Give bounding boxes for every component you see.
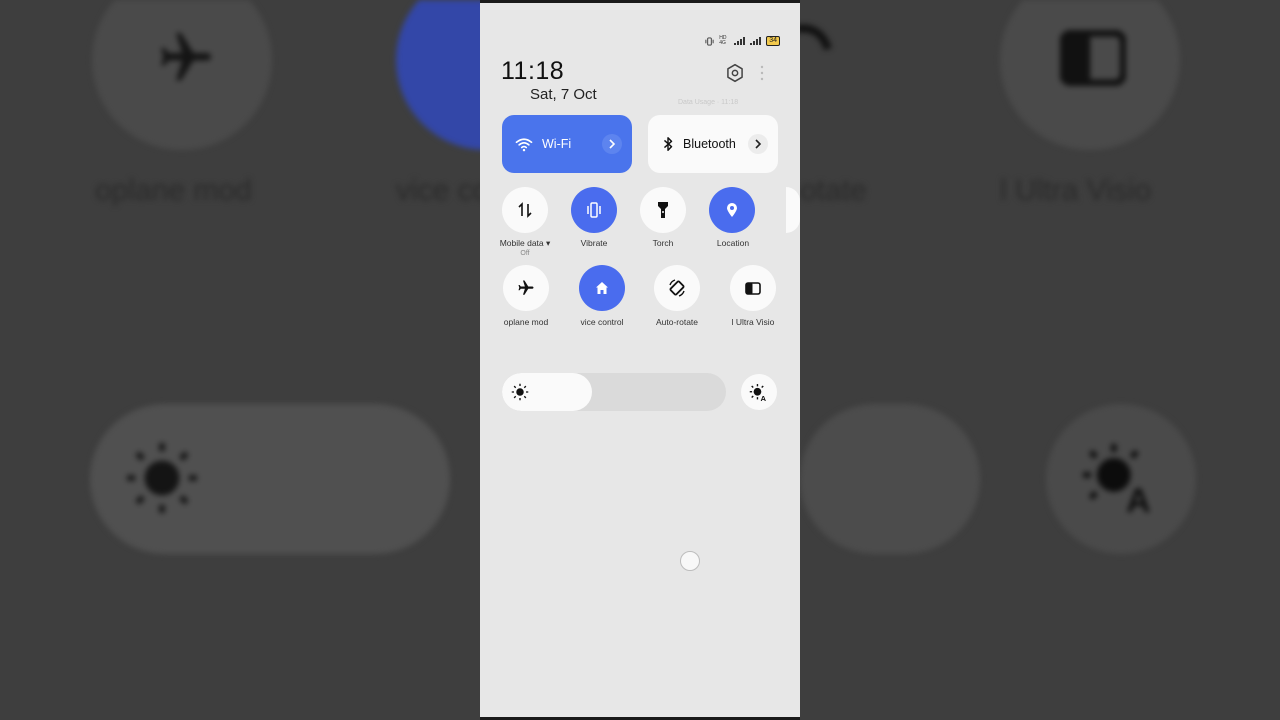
chevron-right-icon [609,139,616,149]
location-label: Location [716,238,750,248]
auto-rotate-icon [669,279,685,297]
settings-gear-icon[interactable] [725,63,745,83]
vibrate-label: Vibrate [580,238,608,248]
auto-brightness-button[interactable]: A [741,374,777,410]
mobile-data-sublabel: Off [520,250,530,257]
mobile-data-icon [518,202,532,218]
bg-label-rotate: otate [800,174,867,207]
chevron-right-icon [755,139,762,149]
wifi-expand-button[interactable] [602,134,622,154]
network-type: HD 4G [719,35,727,46]
home-icon [596,282,608,294]
quick-settings-panel: HD 4G 34 11:18 Sat, 7 Oct Data Usage · 1… [480,0,800,720]
mobile-data-label: Mobile data ▾ [499,238,551,248]
next-page-tile-peek [786,187,800,233]
svg-text:A: A [761,393,767,401]
bg-label-ultra: l Ultra Visio [1000,174,1152,207]
device-controls-label: vice control [580,317,624,327]
airplane-mode-toggle[interactable] [503,265,549,311]
bluetooth-label: Bluetooth [683,137,736,151]
brightness-sun-icon [511,383,529,401]
vibrate-toggle[interactable] [571,187,617,233]
clock: 11:18 [501,57,565,85]
mobile-data-toggle[interactable] [502,187,548,233]
airplane-icon [161,33,211,81]
sun-icon [127,443,197,513]
ultra-vision-label: l Ultra Visio [731,317,775,327]
vibrate-icon [587,202,601,218]
ultra-vision-toggle[interactable] [730,265,776,311]
location-toggle[interactable] [709,187,755,233]
bluetooth-icon [663,137,673,151]
touch-indicator [680,551,700,571]
location-icon [727,203,737,217]
wifi-label: Wi-Fi [542,137,572,151]
device-controls-toggle[interactable] [579,265,625,311]
airplane-icon [518,280,534,295]
vibrate-status-icon [705,36,714,46]
torch-icon [658,202,668,218]
auto-rotate-toggle[interactable] [654,265,700,311]
signal-icon-2 [750,37,762,45]
status-bar: HD 4G 34 [705,36,780,46]
bluetooth-expand-button[interactable] [748,134,768,154]
wifi-icon [515,137,533,151]
bluetooth-tile[interactable]: Bluetooth [648,115,778,173]
bg-label-device: vice co [396,174,490,207]
date: Sat, 7 Oct [530,86,597,103]
auto-brightness-icon: A [749,383,767,402]
wifi-tile[interactable]: Wi-Fi [502,115,632,173]
bg-label-airplane: oplane mod [95,174,252,207]
faint-data-usage-text: Data Usage · 11:18 [678,99,739,106]
auto-rotate-label: Auto-rotate [655,317,699,327]
more-options-icon[interactable] [759,65,765,81]
ultra-vision-icon [745,281,761,295]
auto-brightness-icon: A [1083,444,1151,516]
torch-toggle[interactable] [640,187,686,233]
ultra-vision-icon [1060,30,1126,86]
torch-label: Torch [652,238,674,248]
signal-icon [734,37,746,45]
battery-indicator: 34 [766,36,780,46]
airplane-mode-label: oplane mod [503,317,549,327]
brightness-slider[interactable] [502,373,726,411]
svg-text:A: A [1126,482,1150,516]
